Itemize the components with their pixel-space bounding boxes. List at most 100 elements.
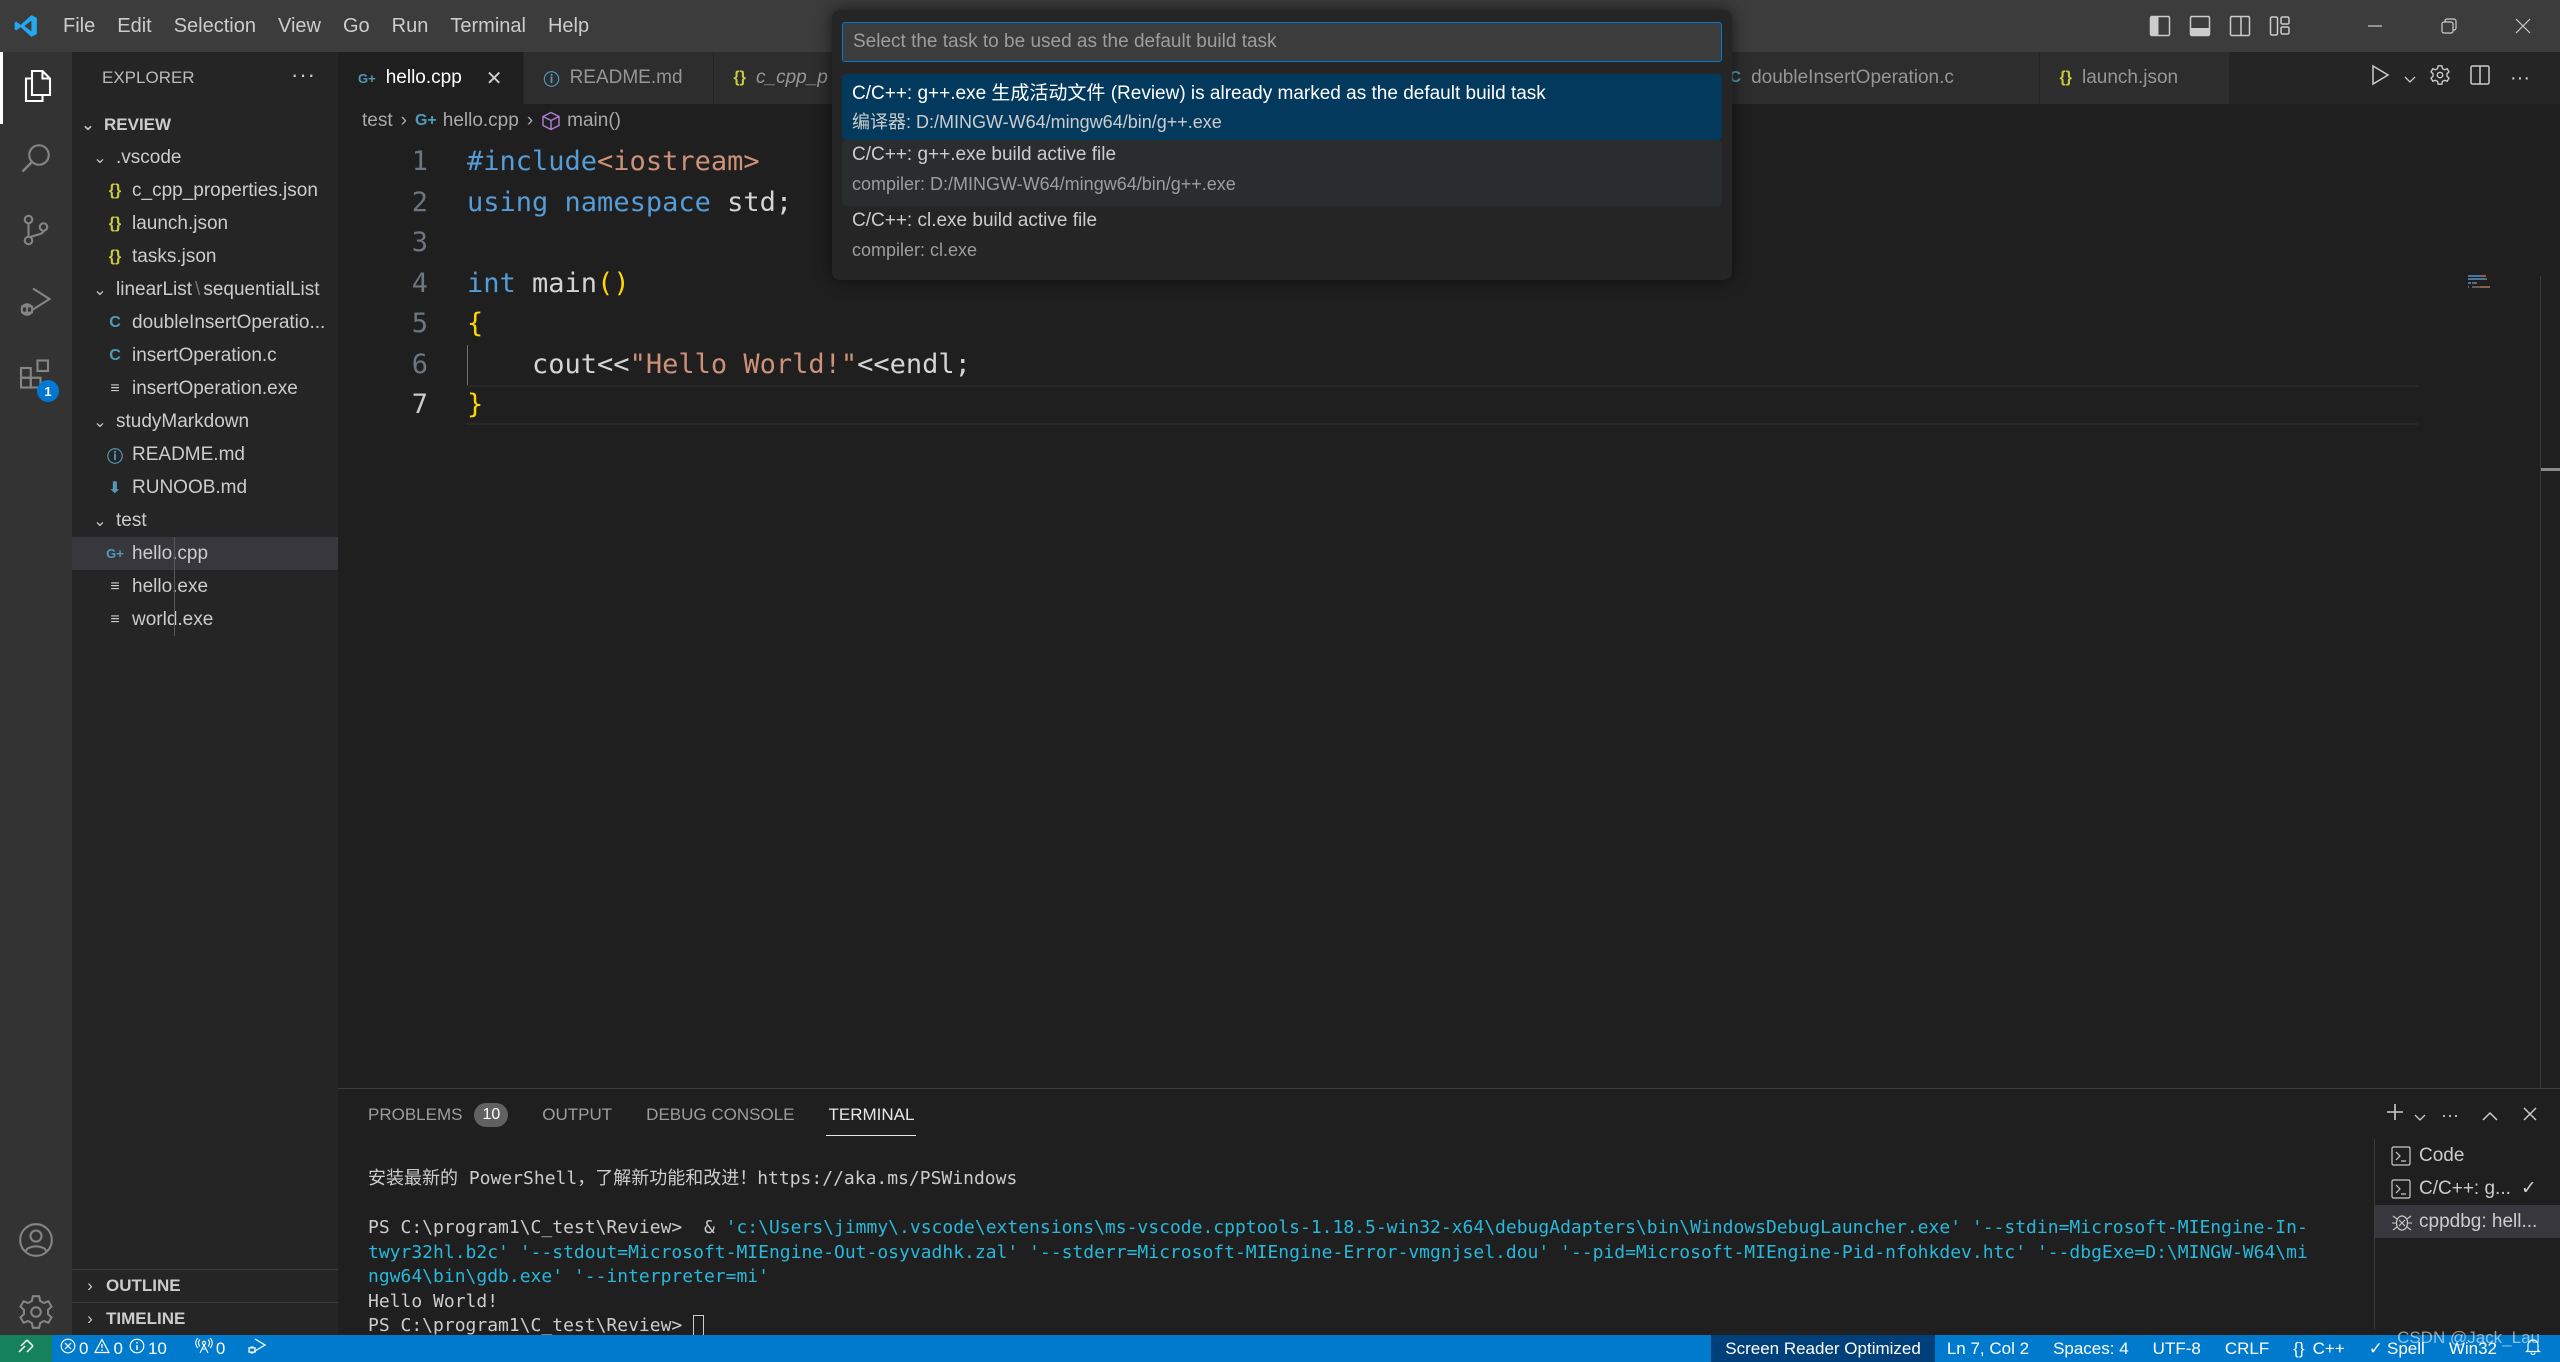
watermark: CSDN @Jack_Lau	[2397, 1328, 2540, 1347]
tree-folder[interactable]: ⌄ linearList \ sequentialList	[72, 273, 338, 306]
editor-tab[interactable]: ⓘ README.md	[523, 52, 714, 104]
customize-layout-icon[interactable]	[2262, 0, 2298, 52]
code-editor[interactable]: 1 #include<iostream> 2 using namespace std;…	[338, 138, 2560, 1226]
chevron-right-icon: ›	[87, 1308, 93, 1328]
ports-status[interactable]: 0	[187, 1335, 233, 1362]
tree-item-label: insertOperation.exe	[132, 377, 298, 399]
cursor-position[interactable]: Ln 7, Col 2	[1935, 1335, 2041, 1362]
tree-file[interactable]: ⓘ README.md	[72, 438, 338, 471]
restore-button[interactable]	[2412, 0, 2486, 52]
menu-file[interactable]: File	[52, 0, 106, 52]
quick-pick-item[interactable]: C/C++: g++.exe 生成活动文件 (Review) is alread…	[842, 74, 1722, 140]
editor-vertical-scrollbar[interactable]	[2540, 276, 2560, 1226]
toggle-primary-sidebar-icon[interactable]	[2142, 0, 2178, 52]
explorer-more-actions-button[interactable]: ···	[291, 62, 316, 88]
problems-status[interactable]: 0 0 10	[52, 1335, 175, 1362]
activity-source-control[interactable]	[0, 196, 72, 268]
terminal-instance-cppdbg[interactable]: cppdbg: hell...	[2375, 1205, 2560, 1238]
breadcrumb-folder[interactable]: test	[362, 110, 393, 132]
run-dropdown-button[interactable]	[2400, 52, 2420, 104]
menu-edit[interactable]: Edit	[106, 0, 162, 52]
chevron-down-icon	[2404, 67, 2416, 90]
tree-file[interactable]: ⬇ RUNOOB.md	[72, 471, 338, 504]
files-icon	[20, 68, 56, 109]
run-button[interactable]	[2360, 52, 2400, 104]
close-tab-icon[interactable]: ✕	[486, 66, 503, 91]
panel-tab-terminal[interactable]: TERMINAL	[826, 1089, 917, 1141]
activity-search[interactable]	[0, 124, 72, 196]
editor-tab[interactable]: CdoubleInsertOperation.c	[1729, 52, 2040, 104]
panel-more-actions-button[interactable]: ···	[2430, 1095, 2470, 1135]
maximize-panel-button[interactable]	[2470, 1095, 2510, 1135]
code-token: namespace	[564, 186, 711, 218]
terminal-instance-code[interactable]: Code	[2375, 1139, 2560, 1172]
outline-section[interactable]: › OUTLINE	[72, 1269, 338, 1301]
tree-file[interactable]: ≡ hello.exe	[72, 570, 338, 603]
tree-file[interactable]: CdoubleInsertOperatio...	[72, 306, 338, 339]
timeline-section[interactable]: › TIMELINE	[72, 1302, 338, 1334]
menu-view[interactable]: View	[267, 0, 332, 52]
terminal-line: twyr32hl.b2c' '--stdout=Microsoft-MIEngi…	[368, 1241, 2308, 1263]
quick-pick-input[interactable]	[842, 22, 1722, 62]
encoding[interactable]: UTF-8	[2141, 1335, 2213, 1362]
language-mode[interactable]: {} C++	[2281, 1335, 2357, 1362]
debug-launch-button[interactable]	[239, 1335, 278, 1362]
quick-pick-item[interactable]: C/C++: g++.exe build active file compiler…	[842, 140, 1722, 206]
menu-go[interactable]: Go	[332, 0, 381, 52]
menu-run[interactable]: Run	[381, 0, 440, 52]
tree-root-label: REVIEW	[104, 114, 172, 134]
minimap[interactable]	[2440, 275, 2500, 305]
tree-folder[interactable]: ⌄ .vscode	[72, 141, 338, 174]
breadcrumb-file[interactable]: hello.cpp	[443, 110, 519, 132]
toggle-panel-icon[interactable]	[2182, 0, 2218, 52]
terminal-instance-cpp-build[interactable]: C/C++: g... ✓	[2375, 1172, 2560, 1205]
quick-pick-item-detail: compiler: D:/MINGW-W64/mingw64/bin/g++.e…	[852, 174, 1236, 194]
menu-terminal[interactable]: Terminal	[439, 0, 537, 52]
breadcrumb-symbol[interactable]: main()	[567, 110, 621, 132]
activity-explorer[interactable]	[0, 52, 72, 124]
panel-tab-problems[interactable]: PROBLEMS 10	[368, 1089, 509, 1141]
split-editor-button[interactable]	[2460, 52, 2500, 104]
terminal-output[interactable]: 安装最新的 PowerShell，了解新功能和改进！https://aka.ms…	[368, 1167, 2368, 1339]
panel-tab-output[interactable]: OUTPUT	[542, 1089, 612, 1141]
activity-extensions[interactable]: 1	[0, 340, 72, 412]
tree-folder[interactable]: ⌄ studyMarkdown	[72, 405, 338, 438]
indentation[interactable]: Spaces: 4	[2041, 1335, 2141, 1362]
panel-tab-label: PROBLEMS	[368, 1105, 463, 1124]
tree-file[interactable]: G+ hello.cpp	[72, 537, 338, 570]
minimize-button[interactable]	[2338, 0, 2412, 52]
line-number: 2	[411, 186, 428, 218]
activity-run-debug[interactable]	[0, 268, 72, 340]
screen-reader-mode[interactable]: Screen Reader Optimized	[1711, 1335, 1935, 1362]
quick-pick-item[interactable]: C/C++: cl.exe build active file compiler:…	[842, 206, 1722, 272]
panel-tab-debug-console[interactable]: DEBUG CONSOLE	[646, 1089, 794, 1141]
close-window-button[interactable]	[2486, 0, 2560, 52]
menu-selection[interactable]: Selection	[163, 0, 267, 52]
new-terminal-button[interactable]	[2380, 1095, 2410, 1135]
debug-settings-button[interactable]	[2420, 52, 2460, 104]
code-token: <<endl;	[857, 348, 971, 380]
close-panel-button[interactable]	[2510, 1095, 2550, 1135]
editor-tab[interactable]: G+ hello.cpp ✕	[338, 52, 524, 104]
tree-root-review[interactable]: ⌄ REVIEW	[72, 108, 338, 141]
scrollbar-cursor-marker	[2541, 468, 2560, 471]
editor-tab[interactable]: {} launch.json	[2039, 52, 2230, 104]
terminal-profile-dropdown[interactable]	[2410, 1095, 2430, 1135]
tree-file[interactable]: ≡ world.exe	[72, 603, 338, 636]
tree-folder[interactable]: ⌄ test	[72, 504, 338, 537]
remote-indicator-button[interactable]	[0, 1335, 52, 1362]
braces-icon: {}	[2293, 1338, 2305, 1358]
tree-file[interactable]: {} c_cpp_properties.json	[72, 174, 338, 207]
tree-file[interactable]: {} tasks.json	[72, 240, 338, 273]
toggle-secondary-sidebar-icon[interactable]	[2222, 0, 2258, 52]
menu-help[interactable]: Help	[537, 0, 600, 52]
warning-count: 0	[113, 1338, 123, 1358]
tree-file[interactable]: ≡ insertOperation.exe	[72, 372, 338, 405]
run-debug-icon	[247, 1337, 270, 1360]
tree-file[interactable]: CinsertOperation.c	[72, 339, 338, 372]
activity-accounts[interactable]	[0, 1206, 72, 1278]
more-actions-button[interactable]: ···	[2500, 52, 2540, 104]
info-icon	[129, 1338, 148, 1359]
tree-file[interactable]: {} launch.json	[72, 207, 338, 240]
end-of-line[interactable]: CRLF	[2213, 1335, 2281, 1362]
